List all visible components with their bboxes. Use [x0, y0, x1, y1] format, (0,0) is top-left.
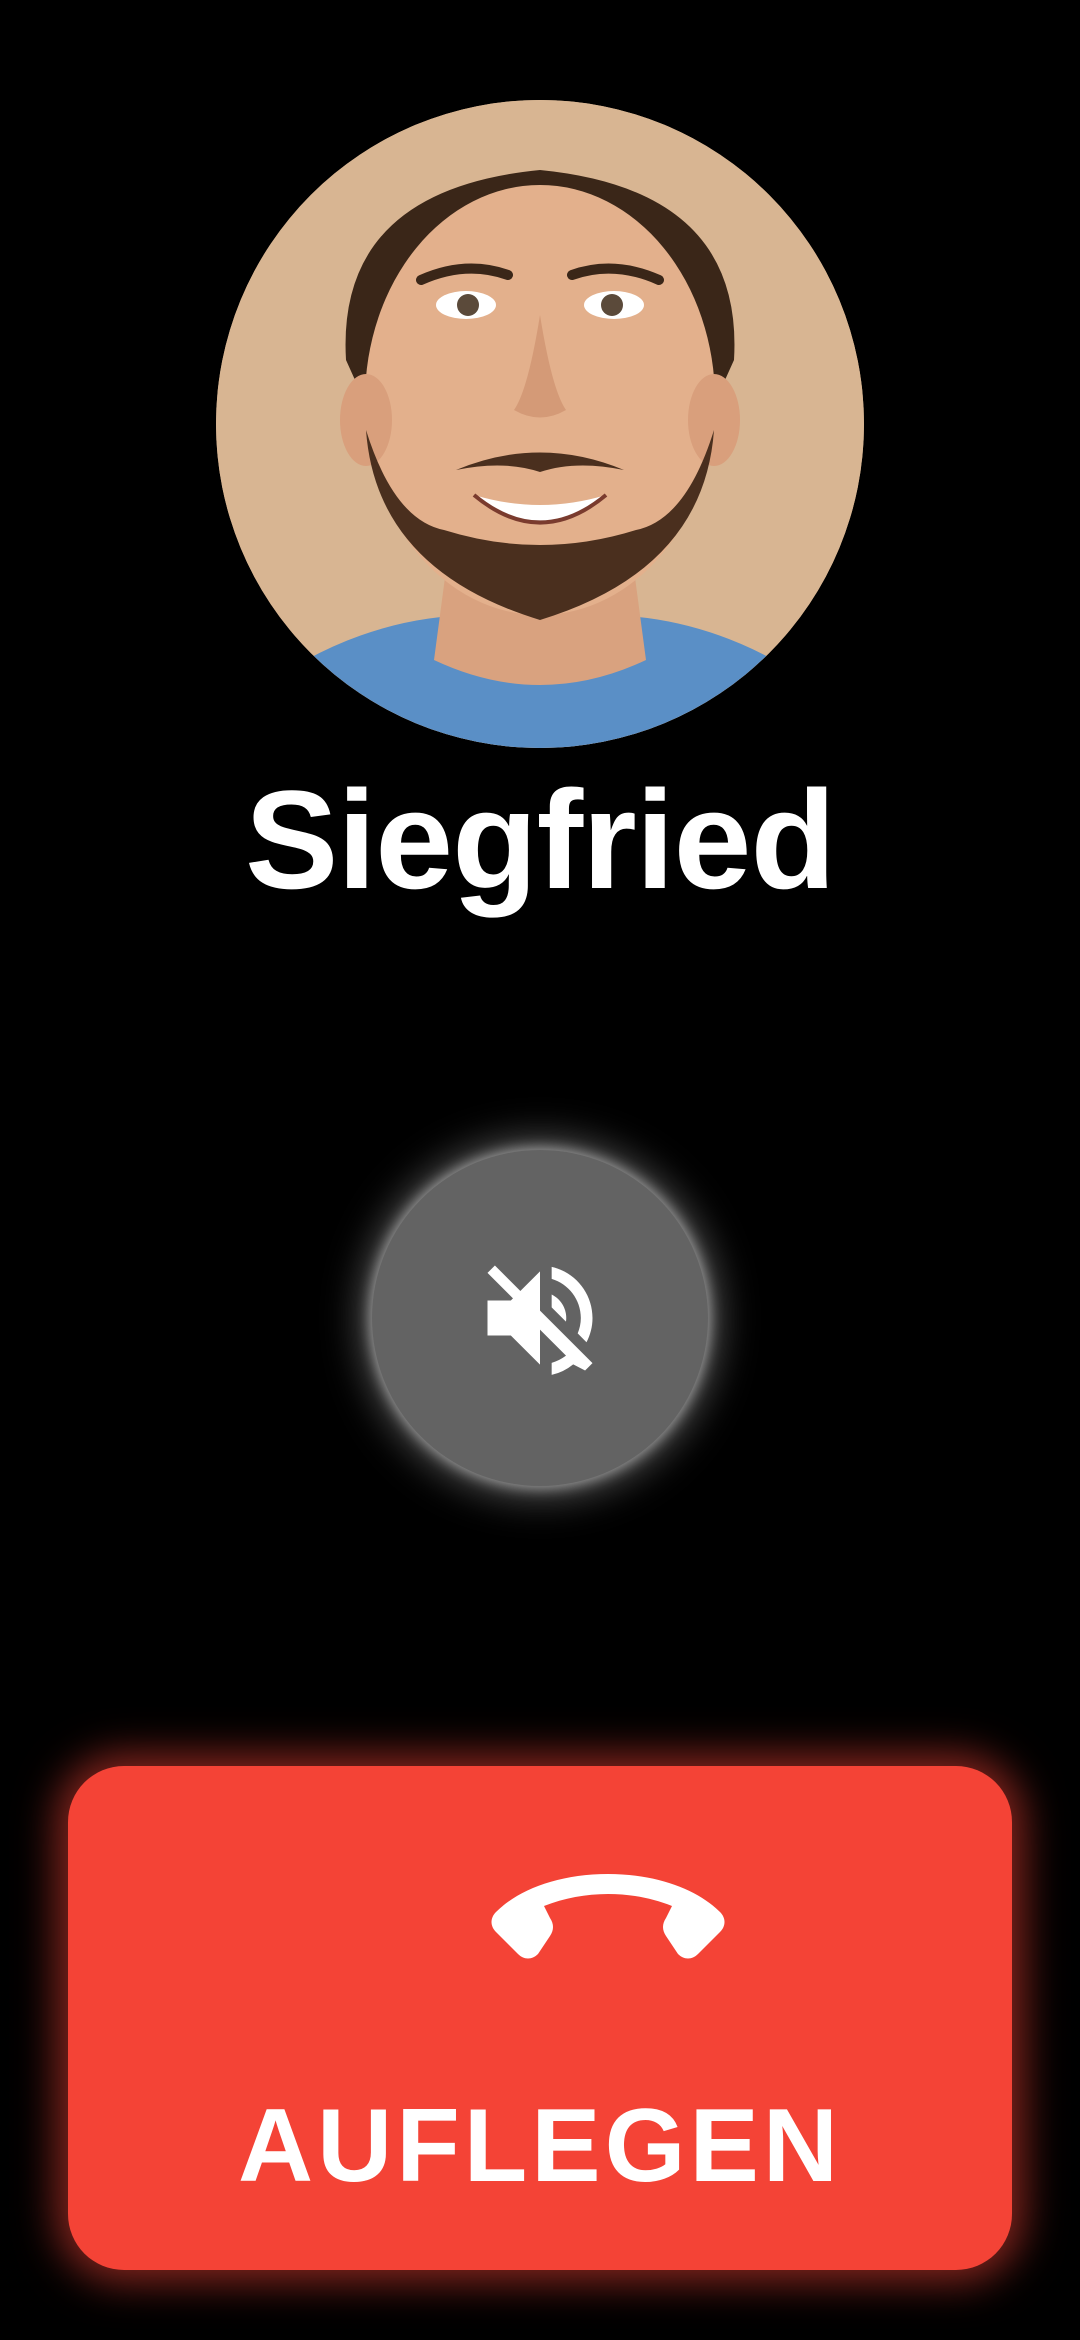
hangup-label: AUFLEGEN — [238, 2088, 842, 2204]
mute-button[interactable] — [372, 1150, 708, 1486]
speaker-muted-icon — [487, 1265, 593, 1375]
call-screen: Siegfried AUFLEGEN — [0, 0, 1080, 2340]
contact-name: Siegfried — [244, 761, 836, 918]
contact-avatar — [216, 100, 864, 748]
phone-hangup-icon — [491, 1874, 725, 1959]
hangup-button[interactable]: AUFLEGEN — [68, 1766, 1012, 2270]
contact-photo — [216, 100, 864, 748]
